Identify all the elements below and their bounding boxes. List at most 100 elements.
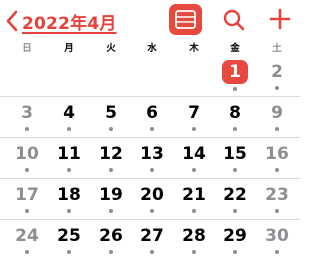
week-divider xyxy=(0,219,300,220)
day-cell[interactable]: 10 xyxy=(8,143,46,177)
day-cell[interactable]: 27 xyxy=(133,225,171,259)
event-indicator-dot xyxy=(25,127,29,131)
day-number: 21 xyxy=(182,185,206,205)
day-cell[interactable]: 26 xyxy=(92,225,130,259)
event-indicator-dot xyxy=(150,250,154,254)
weekday-wed: 水 xyxy=(147,43,157,54)
week-row: 17 18 19 20 21 22 23 xyxy=(0,178,300,218)
day-cell[interactable]: 13 xyxy=(133,143,171,177)
day-cell[interactable]: 19 xyxy=(92,184,130,218)
day-cell[interactable]: 28 xyxy=(175,225,213,259)
event-indicator-dot xyxy=(25,250,29,254)
add-event-button[interactable] xyxy=(267,6,293,32)
day-number: 30 xyxy=(265,226,289,246)
list-view-icon xyxy=(175,10,196,29)
month-title: 2022年4月 xyxy=(22,13,117,34)
event-indicator-dot xyxy=(109,168,113,172)
day-cell[interactable]: 16 xyxy=(258,143,296,177)
day-number: 9 xyxy=(271,103,283,123)
day-number: 16 xyxy=(265,144,289,164)
day-cell[interactable]: 4 xyxy=(50,102,88,136)
day-cell[interactable]: 2 xyxy=(258,61,296,95)
search-button[interactable] xyxy=(222,8,246,32)
search-icon xyxy=(223,9,245,31)
back-to-year-button[interactable]: 2022年4月 xyxy=(6,8,117,34)
day-number: 23 xyxy=(265,185,289,205)
event-indicator-dot xyxy=(109,209,113,213)
day-cell[interactable]: 12 xyxy=(92,143,130,177)
day-number: 1 xyxy=(222,60,248,84)
weekday-mon: 月 xyxy=(64,43,74,54)
event-indicator-dot xyxy=(150,209,154,213)
week-divider xyxy=(0,96,300,97)
week-row: 12 xyxy=(0,55,300,95)
day-number: 3 xyxy=(21,103,33,123)
day-number: 20 xyxy=(140,185,164,205)
event-indicator-dot xyxy=(109,250,113,254)
day-cell[interactable]: 17 xyxy=(8,184,46,218)
day-cell[interactable]: 9 xyxy=(258,102,296,136)
event-indicator-dot xyxy=(150,168,154,172)
event-indicator-dot xyxy=(192,127,196,131)
event-indicator-dot xyxy=(150,127,154,131)
day-cell[interactable]: 29 xyxy=(216,225,254,259)
weekday-thu: 木 xyxy=(189,43,199,54)
day-number: 2 xyxy=(271,62,283,82)
event-indicator-dot xyxy=(233,127,237,131)
day-cell[interactable]: 15 xyxy=(216,143,254,177)
list-view-toggle[interactable] xyxy=(169,4,202,35)
day-cell[interactable]: 8 xyxy=(216,102,254,136)
plus-icon xyxy=(269,8,291,30)
week-row: 24 25 26 27 28 29 30 xyxy=(0,219,300,259)
day-number: 29 xyxy=(223,226,247,246)
day-cell[interactable]: 23 xyxy=(258,184,296,218)
day-number: 27 xyxy=(140,226,164,246)
day-number: 25 xyxy=(57,226,81,246)
day-cell[interactable]: 11 xyxy=(50,143,88,177)
day-cell[interactable]: 5 xyxy=(92,102,130,136)
day-cell[interactable]: 3 xyxy=(8,102,46,136)
day-number: 7 xyxy=(188,103,200,123)
calendar-toolbar: 2022年4月 xyxy=(0,0,300,38)
day-number: 24 xyxy=(15,226,39,246)
event-indicator-dot xyxy=(233,209,237,213)
weekday-header: 日 月 火 水 木 金 土 xyxy=(0,40,300,54)
day-number: 28 xyxy=(182,226,206,246)
event-indicator-dot xyxy=(25,209,29,213)
day-number: 15 xyxy=(223,144,247,164)
day-cell[interactable]: 21 xyxy=(175,184,213,218)
day-number: 19 xyxy=(99,185,123,205)
day-cell-today[interactable]: 1 xyxy=(216,60,254,95)
event-indicator-dot xyxy=(109,127,113,131)
weekday-fri: 金 xyxy=(230,43,240,54)
day-number: 11 xyxy=(57,144,81,164)
day-number: 4 xyxy=(63,103,75,123)
day-cell[interactable]: 22 xyxy=(216,184,254,218)
event-indicator-dot xyxy=(233,250,237,254)
day-cell[interactable]: 7 xyxy=(175,102,213,136)
event-indicator-dot xyxy=(275,168,279,172)
week-divider xyxy=(0,178,300,179)
day-cell[interactable]: 24 xyxy=(8,225,46,259)
event-indicator-dot xyxy=(275,86,279,90)
day-cell[interactable]: 6 xyxy=(133,102,171,136)
day-number: 10 xyxy=(15,144,39,164)
event-indicator-dot xyxy=(275,250,279,254)
day-cell[interactable]: 30 xyxy=(258,225,296,259)
weekday-tue: 火 xyxy=(106,43,116,54)
day-cell[interactable]: 25 xyxy=(50,225,88,259)
day-number: 14 xyxy=(182,144,206,164)
event-indicator-dot xyxy=(275,209,279,213)
day-cell[interactable]: 18 xyxy=(50,184,88,218)
day-number: 5 xyxy=(105,103,117,123)
day-number: 6 xyxy=(146,103,158,123)
day-cell[interactable]: 20 xyxy=(133,184,171,218)
day-cell[interactable]: 14 xyxy=(175,143,213,177)
event-indicator-dot xyxy=(192,209,196,213)
day-number: 22 xyxy=(223,185,247,205)
weekday-sun: 日 xyxy=(22,43,32,54)
week-row: 10 11 12 13 14 15 16 xyxy=(0,137,300,177)
weekday-sat: 土 xyxy=(272,43,282,54)
day-number: 17 xyxy=(15,185,39,205)
event-indicator-dot xyxy=(192,250,196,254)
